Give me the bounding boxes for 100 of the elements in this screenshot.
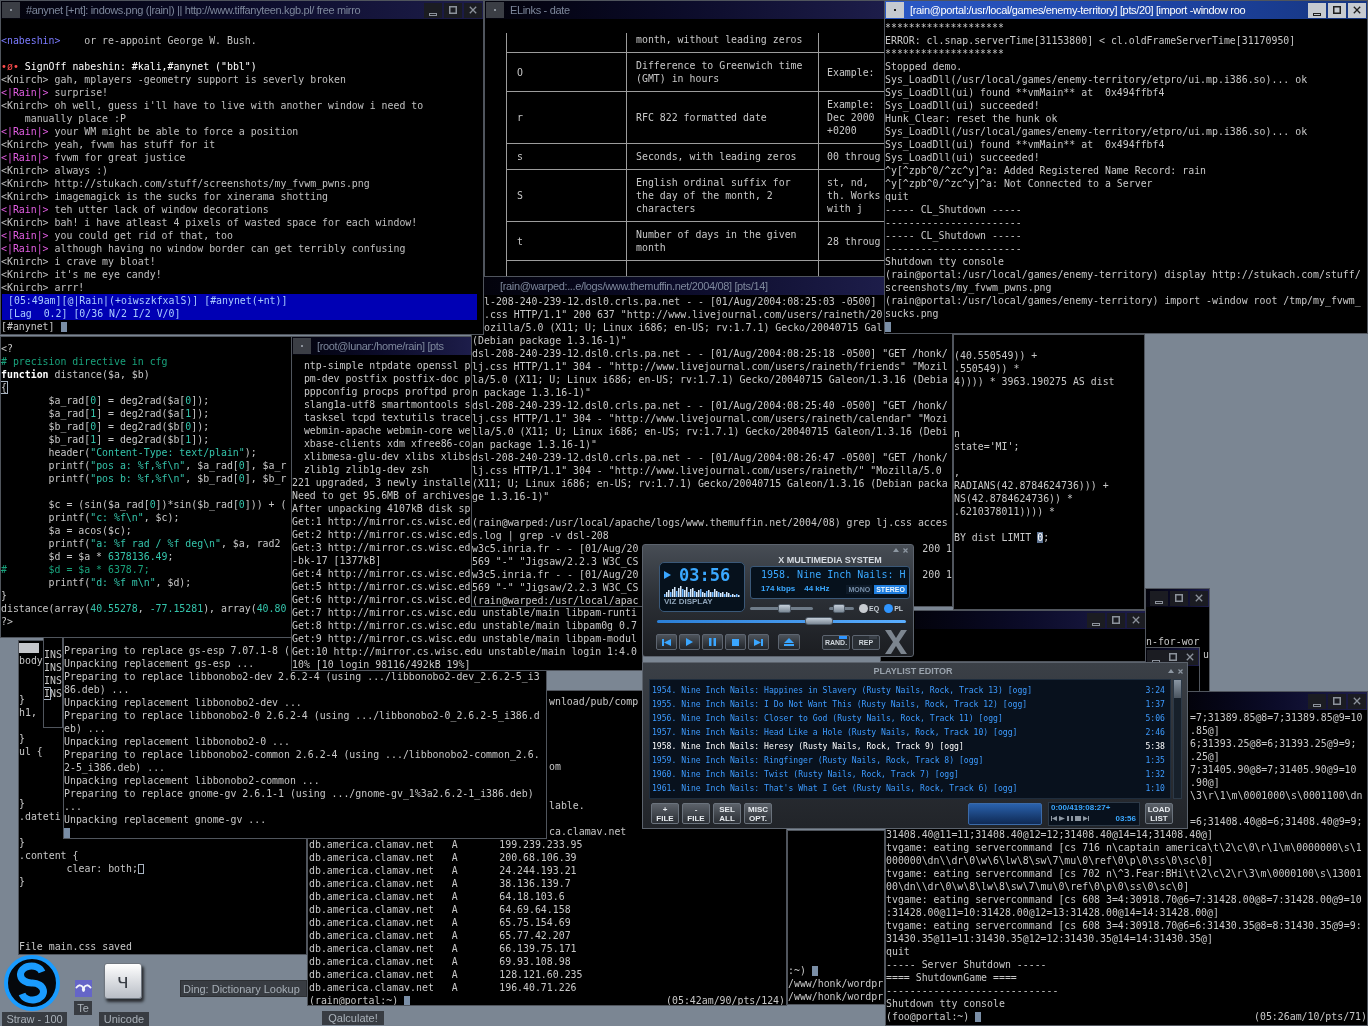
input-prompt: [#anynet] xyxy=(1,321,55,332)
minimize-icon xyxy=(429,12,437,16)
nickname: <Knirch> xyxy=(1,140,49,149)
slider-thumb[interactable] xyxy=(778,603,791,613)
track-title[interactable]: 1961. Nine Inch Nails: That's What I Get (Rusty Nails, Rock, Track 6) [ogg] xyxy=(652,783,1018,793)
prev-button[interactable] xyxy=(656,634,677,650)
maximize-button[interactable] xyxy=(444,2,462,18)
play-button[interactable] xyxy=(679,634,700,650)
pause-icon[interactable] xyxy=(1067,816,1073,821)
cursor-icon xyxy=(811,965,818,976)
close-button[interactable] xyxy=(1127,612,1145,628)
code-line: distance(array(40.55278, -77.15281), array(40.80 xyxy=(1,603,287,614)
table-cell: RFC 822 formatted date xyxy=(627,92,819,143)
next-icon[interactable] xyxy=(1083,816,1089,821)
keycap[interactable]: ч xyxy=(104,963,142,999)
terminal-line: dsl-208-240-239-12.dsl0.crls.pa.net - - [01/Aug/2004:08:25:18 -0500] "GET /honk/ xyxy=(472,348,948,359)
track-title[interactable]: 1959. Nine Inch Nails: Ringfinger (Rusty Nails, Rock, Track 8) [ogg] xyxy=(652,755,984,765)
swirl-logo-icon[interactable] xyxy=(4,955,60,1011)
dock-label[interactable]: Straw - 100 xyxy=(2,1012,67,1026)
eject-button[interactable] xyxy=(778,634,800,650)
track-title[interactable]: 1958. Nine Inch Nails: Heresy (Rusty Nails, Rock, Track 9) [ogg] xyxy=(652,741,964,751)
stop-button[interactable] xyxy=(725,634,746,650)
track-title[interactable]: 1954. Nine Inch Nails: Happines in Slavery (Rusty Nails, Rock, Track 13) [ogg] xyxy=(652,685,1033,695)
terminal-line: db.america.clamav.net A 65.77.42.207 xyxy=(309,930,571,941)
track-title[interactable]: 1960. Nine Inch Nails: Twist (Rusty Nails, Rock, Track 7) [ogg] xyxy=(652,769,959,779)
volume-slider[interactable] xyxy=(750,603,813,613)
stop-icon xyxy=(732,638,739,646)
playlist-button[interactable]: SEL ALL xyxy=(713,803,741,824)
maximize-button[interactable] xyxy=(1170,590,1188,606)
terminal-line: INS xyxy=(44,662,62,673)
playlist-button[interactable]: + FILE xyxy=(651,803,679,824)
minimize-button[interactable] xyxy=(1087,612,1105,628)
close-button[interactable] xyxy=(1190,590,1208,606)
nickname: <|Rain|> xyxy=(1,231,49,240)
terminal-line: =7;31389.85@8=7;31389.85@9=10 xyxy=(1190,712,1363,723)
close-button[interactable] xyxy=(464,2,482,18)
player-title: X MULTIMEDIA SYSTEM xyxy=(778,554,882,566)
pause-button[interactable] xyxy=(702,634,723,650)
terminal-line: (40.550549)) + xyxy=(954,350,1038,361)
dock-label[interactable]: Unicode xyxy=(99,1012,149,1026)
next-icon xyxy=(754,638,763,646)
track-title[interactable]: 1956. Nine Inch Nails: Closer to God (Rusty Nails, Rock, Track 11) [ogg] xyxy=(652,713,1003,723)
terminal-line: ----------------------------- xyxy=(886,985,1059,996)
slider-thumb[interactable] xyxy=(832,603,845,613)
terminal-line: pppconfig procps proftpd pro xyxy=(302,386,471,397)
dictionary-lookup-field[interactable]: Ding: Dictionary Lookup xyxy=(180,980,307,997)
terminal-line: I NS xyxy=(44,688,62,699)
code-line: } xyxy=(19,798,25,809)
cursor-icon xyxy=(137,863,144,874)
dock-label[interactable]: Te xyxy=(74,1001,92,1015)
playlist-button[interactable]: - FILE xyxy=(682,803,710,824)
track-title[interactable]: 1957. Nine Inch Nails: Head Like a Hole (Rusty Nails, Rock, Track 10) [ogg] xyxy=(652,727,1018,737)
play-icon[interactable] xyxy=(1059,816,1065,821)
nickname: <Knirch> xyxy=(1,270,49,279)
scrollbar[interactable] xyxy=(1173,679,1182,799)
playlist-button[interactable]: MISC OPT. xyxy=(744,803,772,824)
terminal-line: 200 1 xyxy=(922,543,952,554)
minimize-button[interactable] xyxy=(1308,693,1326,709)
terminal-line: 7;31405.90@8=7;31405.90@9=10 xyxy=(1190,764,1357,775)
next-button[interactable] xyxy=(748,634,769,650)
close-button[interactable] xyxy=(1181,649,1198,665)
bird-icon[interactable] xyxy=(75,980,92,997)
terminal-line: tvgame: eating servercommand [cs 702 n\^3.Fear:BHi\t\2\c\2\r\3\m\0000100\s\13001 xyxy=(886,868,1362,879)
minimize-button[interactable] xyxy=(424,2,442,18)
chat-message: i crave my bloat! xyxy=(54,256,156,267)
code-line: } xyxy=(1,590,7,601)
scrollbar-thumb[interactable] xyxy=(1174,680,1181,698)
close-icon xyxy=(1353,696,1361,705)
balance-slider[interactable] xyxy=(829,603,854,613)
terminal-line: =6;31408.40@8=6;31408.40@9=9; xyxy=(1190,816,1363,827)
code-line: printf("c: %f\n", $c); xyxy=(47,512,180,523)
chat-message: bah! i have atleast 4 pixels of wasted space for each window! xyxy=(54,217,418,228)
terminal-line: tvgame: eating servercommand [cs 608 3=4:30918.70@6=7:31428.00@8=7:31428.00@9=10 xyxy=(886,894,1362,905)
terminal-line: Get:10 http://mirror.cs.wisc.edu unstable/main login 1:4.0 xyxy=(292,646,637,657)
chat-message: always :) xyxy=(54,165,109,176)
eject-icon xyxy=(784,638,794,646)
terminal-line: sucks.png xyxy=(885,308,939,319)
seek-thumb[interactable] xyxy=(805,617,834,625)
track-title[interactable]: 1955. Nine Inch Nails: I Do Not Want This (Rusty Nails, Rock, Track 12) [ogg] xyxy=(652,699,1028,709)
prev-icon[interactable] xyxy=(1051,816,1057,821)
terminal-line: 00\dn\\dr\0\w\8\lw\8\sw\7\mu\0\ref\0\p\0\ss\0\sc\0] xyxy=(886,881,1190,892)
minimize-button[interactable] xyxy=(1150,590,1168,606)
terminal-line: /www/honk/wordpr xyxy=(788,991,884,1002)
terminal-line: INS xyxy=(44,649,62,660)
nickname: <Knirch> xyxy=(1,179,49,188)
minimize-button[interactable] xyxy=(1308,2,1326,18)
maximize-button[interactable] xyxy=(1107,612,1125,628)
maximize-button[interactable] xyxy=(1328,2,1346,18)
table-cell-text: 28 throug xyxy=(826,234,882,249)
maximize-button[interactable] xyxy=(1328,693,1346,709)
track-duration: 1:37 xyxy=(1145,699,1165,709)
close-button[interactable] xyxy=(1348,2,1366,18)
code-line: $a_rad[1] = deg2rad($a[1]); xyxy=(47,408,210,419)
load-list-button[interactable]: LOAD LIST xyxy=(1145,803,1173,824)
terminal-line: :31428.00@11=10:31428.00@12=13:31428.00@14=14:31428.00@] xyxy=(886,907,1219,918)
dock-label[interactable]: Qalculate! xyxy=(322,1011,384,1025)
close-button[interactable] xyxy=(1348,693,1366,709)
window-title: [rain@warped:...e/logs/www.themuffin.net/2004/08] [pts/14] xyxy=(500,279,768,293)
window-title: ELinks - date xyxy=(510,3,570,17)
shade-icon xyxy=(1168,668,1174,673)
